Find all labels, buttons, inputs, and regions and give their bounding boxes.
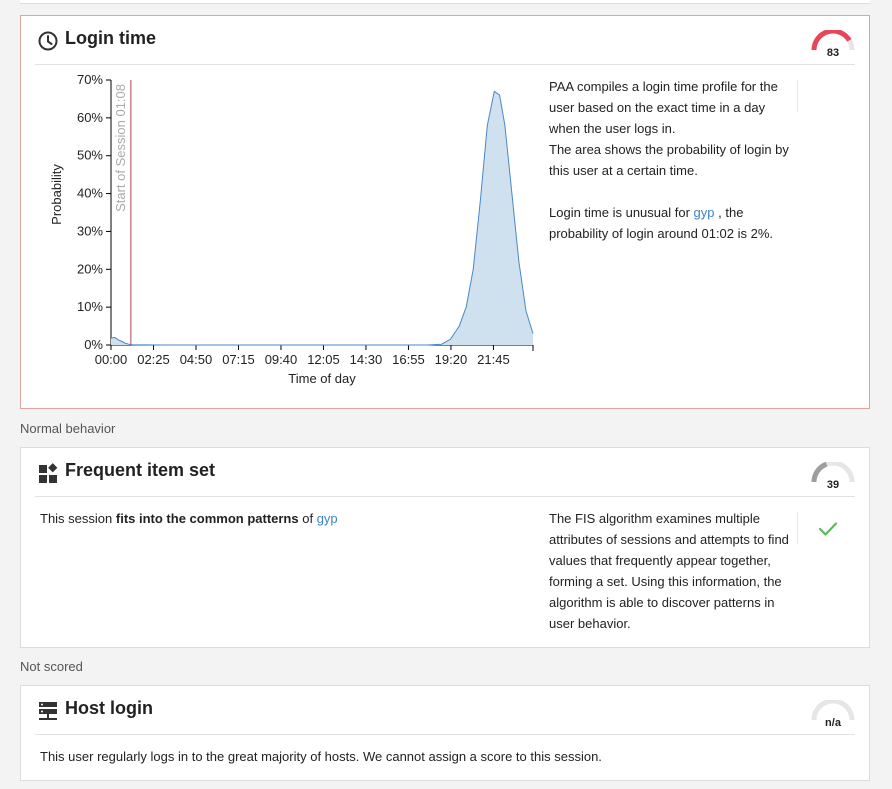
clock-icon bbox=[38, 31, 58, 51]
x-tick-label: 09:40 bbox=[265, 352, 298, 367]
fis-text-of: of bbox=[302, 511, 314, 526]
user-link[interactable]: gyp bbox=[694, 205, 715, 220]
fis-text-prefix: This session bbox=[40, 511, 113, 526]
login-time-header: Login time 83 bbox=[35, 16, 855, 65]
x-tick-label: 21:45 bbox=[477, 352, 510, 367]
y-tick-label: 0% bbox=[84, 337, 103, 352]
fis-title: Frequent item set bbox=[65, 460, 216, 480]
previous-card-edge bbox=[20, 0, 870, 4]
host-login-title: Host login bbox=[65, 698, 153, 718]
login-time-divider bbox=[797, 80, 798, 112]
y-tick-label: 70% bbox=[77, 72, 103, 87]
normal-behavior-label: Normal behavior bbox=[20, 421, 116, 436]
unusual-prefix: Login time is unusual for bbox=[549, 205, 690, 220]
login-time-card: Login time 83 0% 10% 20% 30% 40% 50% 60% 70% 00:… bbox=[20, 15, 870, 409]
x-tick-label: 19:20 bbox=[435, 352, 468, 367]
fis-text-bold: fits into the common patterns bbox=[115, 511, 299, 526]
y-tick-label: 50% bbox=[77, 148, 103, 163]
server-icon bbox=[39, 702, 57, 720]
host-login-score: n/a bbox=[825, 717, 841, 729]
x-tick-label: 14:30 bbox=[350, 352, 383, 367]
x-tick-label: 00:00 bbox=[95, 352, 128, 367]
fis-header: Frequent item set 39 bbox=[35, 448, 855, 497]
login-time-score-gauge: 83 bbox=[811, 28, 855, 60]
y-tick-label: 10% bbox=[77, 299, 103, 314]
y-tick-label: 40% bbox=[77, 186, 103, 201]
widgets-icon bbox=[39, 463, 58, 483]
fis-score-gauge: 39 bbox=[811, 460, 855, 492]
y-axis-label: Probability bbox=[49, 164, 64, 225]
x-tick-label: 07:15 bbox=[222, 352, 255, 367]
y-tick-label: 20% bbox=[77, 261, 103, 276]
x-tick-label: 12:05 bbox=[307, 352, 340, 367]
login-time-chart: 0% 10% 20% 30% 40% 50% 60% 70% 00:00 02:25 04:50 07… bbox=[49, 72, 534, 386]
frequent-item-set-card: Frequent item set 39 This session fits i… bbox=[20, 447, 870, 648]
fis-score: 39 bbox=[826, 479, 840, 491]
host-login-text: This user regularly logs in to the great… bbox=[40, 749, 602, 764]
not-scored-label: Not scored bbox=[20, 659, 83, 674]
login-time-unusual: Login time is unusual for gyp , the prob… bbox=[549, 202, 794, 244]
host-login-header: Host login n/a bbox=[35, 686, 855, 735]
host-login-score-gauge: n/a bbox=[811, 698, 855, 730]
x-tick-label: 16:55 bbox=[392, 352, 425, 367]
host-login-card: Host login n/a This user regularly logs … bbox=[20, 685, 870, 781]
login-time-title: Login time bbox=[65, 28, 156, 48]
login-time-score: 83 bbox=[826, 47, 840, 59]
session-start-label: Start of Session 01:08 bbox=[113, 84, 128, 212]
probability-area bbox=[111, 91, 533, 346]
user-link[interactable]: gyp bbox=[317, 511, 338, 526]
login-time-description: PAA compiles a login time profile for th… bbox=[549, 76, 794, 244]
y-tick-label: 30% bbox=[77, 223, 103, 238]
x-tick-label: 02:25 bbox=[137, 352, 170, 367]
fis-session-text: This session fits into the common patter… bbox=[40, 508, 520, 529]
login-time-desc-2: The area shows the probability of login … bbox=[549, 142, 789, 178]
x-tick-label: 04:50 bbox=[180, 352, 213, 367]
fis-description: The FIS algorithm examines multiple attr… bbox=[549, 511, 789, 631]
x-axis-label: Time of day bbox=[288, 371, 356, 386]
y-tick-label: 60% bbox=[77, 110, 103, 125]
check-icon bbox=[818, 522, 838, 536]
login-time-desc-1: PAA compiles a login time profile for th… bbox=[549, 79, 778, 136]
fis-divider bbox=[797, 512, 798, 544]
